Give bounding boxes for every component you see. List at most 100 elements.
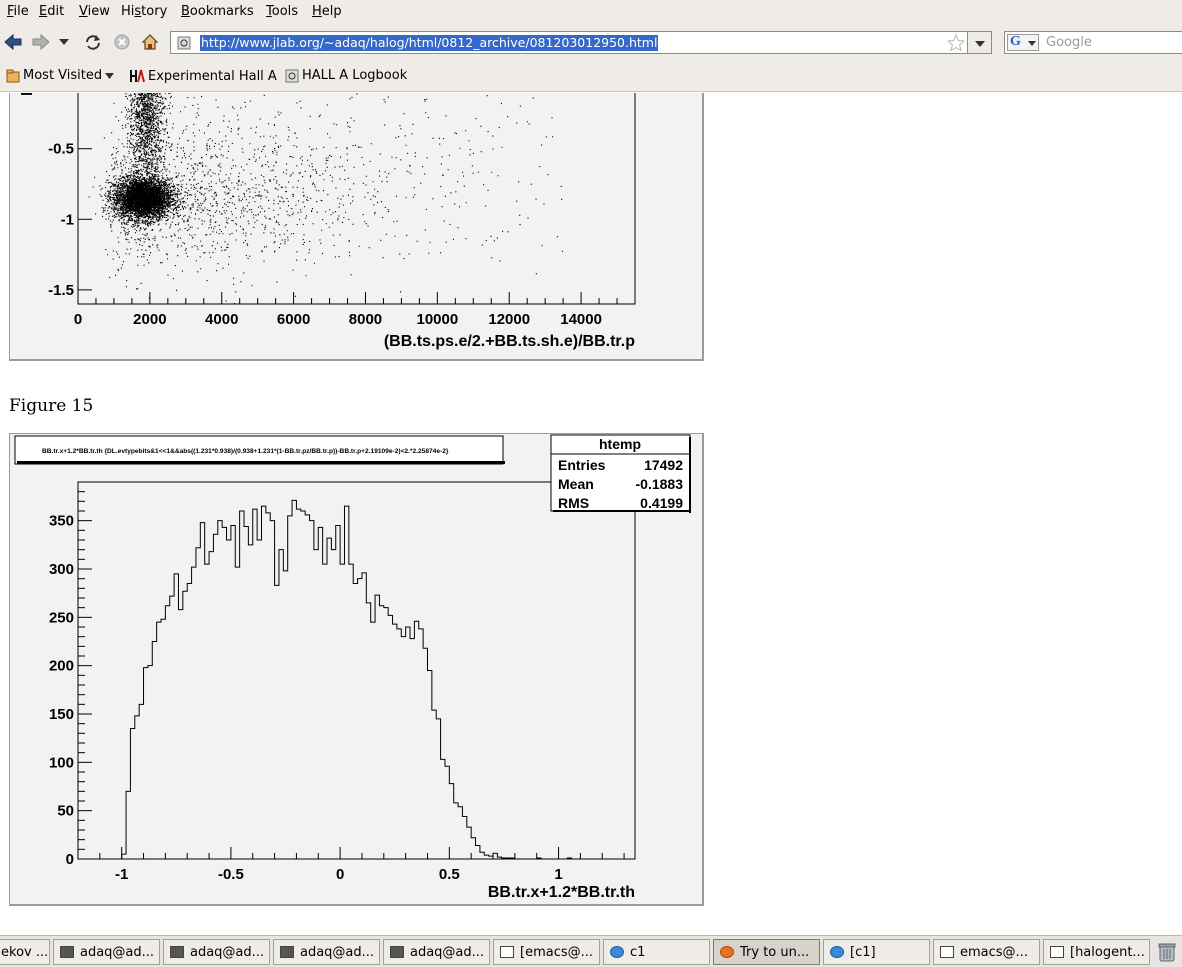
x-tick-label: 2000 bbox=[133, 311, 166, 328]
x-tick-label: -1 bbox=[115, 866, 128, 883]
reload-button[interactable] bbox=[83, 32, 103, 52]
reload-icon bbox=[86, 35, 100, 50]
terminal-icon bbox=[60, 946, 74, 958]
taskbar-label: adaq@ad... bbox=[190, 944, 265, 960]
stats-value-rms: 0.4199 bbox=[640, 495, 683, 511]
root-canvas-icon bbox=[610, 946, 624, 958]
x-axis-title: (BB.ts.ps.e/2.+BB.ts.sh.e)/BB.tr.p bbox=[384, 333, 635, 350]
histogram-svg: BB.tr.x+1.2*BB.tr.th {DL.evtypebits&1<<1… bbox=[14, 434, 691, 901]
taskbar-button[interactable]: [halogent... bbox=[1043, 939, 1150, 965]
y-tick-label: 100 bbox=[49, 754, 74, 771]
taskbar-button-active[interactable]: Try to un... bbox=[713, 939, 820, 965]
taskbar-button[interactable]: [emacs@... bbox=[493, 939, 600, 965]
taskbar-label: adaq@ad... bbox=[410, 944, 485, 960]
stats-title: htemp bbox=[599, 436, 641, 452]
x-tick-label: -0.5 bbox=[218, 866, 244, 883]
taskbar-button[interactable]: adaq@ad... bbox=[163, 939, 270, 965]
window-icon bbox=[500, 946, 514, 958]
x-tick-label: 14000 bbox=[560, 311, 602, 328]
stop-button[interactable] bbox=[112, 32, 132, 52]
root-canvas-icon bbox=[830, 946, 844, 958]
menu-bookmarks[interactable]: Bookmarks bbox=[181, 4, 254, 19]
chevron-down-icon bbox=[105, 72, 115, 79]
chevron-down-icon bbox=[975, 41, 985, 47]
taskbar-button[interactable]: emacs@... bbox=[933, 939, 1040, 965]
menu-tools[interactable]: Tools bbox=[266, 4, 298, 19]
taskbar-label: adaq@ad... bbox=[300, 944, 375, 960]
taskbar-button[interactable]: ekov ... bbox=[0, 939, 50, 965]
forward-button[interactable] bbox=[31, 32, 51, 52]
terminal-icon bbox=[390, 946, 404, 958]
folder-icon bbox=[6, 69, 20, 82]
menu-view[interactable]: View bbox=[79, 4, 110, 19]
bookmark-star-icon[interactable] bbox=[947, 34, 965, 52]
y-tick-label: -1 bbox=[61, 211, 74, 228]
menu-history[interactable]: History bbox=[121, 4, 167, 19]
taskbar-button[interactable]: adaq@ad... bbox=[53, 939, 160, 965]
x-tick-label: 6000 bbox=[277, 311, 310, 328]
y-tick-label: 50 bbox=[57, 803, 74, 820]
page-favicon-icon bbox=[177, 36, 191, 50]
taskbar-button[interactable]: [c1] bbox=[823, 939, 930, 965]
stats-label-entries: Entries bbox=[558, 457, 606, 473]
menu-bar: File Edit View History Bookmarks Tools H… bbox=[0, 0, 1182, 26]
terminal-icon bbox=[280, 946, 294, 958]
taskbar-button[interactable]: c1 bbox=[603, 939, 710, 965]
taskbar-label: [c1] bbox=[850, 944, 876, 960]
x-tick-label: 0.5 bbox=[439, 866, 460, 883]
menu-file[interactable]: File bbox=[7, 4, 29, 19]
google-g-icon: G bbox=[1010, 34, 1021, 49]
y-axis-title-fragment: E bbox=[19, 93, 36, 96]
stats-value-entries: 17492 bbox=[644, 457, 683, 473]
x-tick-label: 4000 bbox=[205, 311, 238, 328]
chevron-down-icon bbox=[59, 39, 69, 45]
bookmark-hall-a-logbook[interactable]: HALL A Logbook bbox=[285, 68, 407, 83]
taskbar-button[interactable]: adaq@ad... bbox=[273, 939, 380, 965]
histogram-cut-title: BB.tr.x+1.2*BB.tr.th {DL.evtypebits&1<<1… bbox=[42, 448, 449, 455]
y-tick-label: 350 bbox=[49, 513, 74, 530]
taskbar-label: emacs@... bbox=[960, 944, 1028, 960]
x-tick-label: 12000 bbox=[488, 311, 530, 328]
y-tick-label: 0 bbox=[66, 851, 74, 868]
page-content: 0-0.5-1-1.502000400060008000100001200014… bbox=[0, 93, 1182, 935]
bookmark-most-visited[interactable]: Most Visited bbox=[6, 68, 115, 83]
histogram-frame bbox=[77, 481, 636, 860]
search-input[interactable]: Google bbox=[1046, 35, 1092, 50]
page-icon bbox=[285, 69, 299, 82]
trash-icon[interactable] bbox=[1156, 941, 1178, 963]
menu-help[interactable]: Help bbox=[312, 4, 342, 19]
url-text[interactable]: http://www.jlab.org/~adaq/halog/html/081… bbox=[200, 35, 659, 51]
y-tick-label: 300 bbox=[49, 561, 74, 578]
search-box[interactable]: G Google bbox=[1004, 31, 1182, 54]
bookmark-experimental-hall-a[interactable]: Experimental Hall A bbox=[129, 68, 277, 84]
url-bar[interactable]: http://www.jlab.org/~adaq/halog/html/081… bbox=[170, 31, 968, 54]
taskbar-label: Try to un... bbox=[740, 944, 810, 960]
taskbar-button[interactable]: adaq@ad... bbox=[383, 939, 490, 965]
bookmark-label: HALL A Logbook bbox=[302, 68, 408, 83]
cut-title-shadow bbox=[17, 461, 505, 464]
stats-box: htemp Entries 17492 Mean -0.1883 RMS 0.4… bbox=[550, 434, 691, 513]
forward-arrow-icon bbox=[32, 34, 50, 50]
stats-label-mean: Mean bbox=[558, 476, 594, 492]
y-tick-label: 150 bbox=[49, 706, 74, 723]
search-engine-selector[interactable]: G bbox=[1007, 34, 1039, 51]
y-tick-label: -0.5 bbox=[48, 141, 74, 158]
menu-edit[interactable]: Edit bbox=[39, 4, 64, 19]
bookmarks-toolbar: Most Visited Experimental Hall A HALL A … bbox=[0, 60, 1182, 92]
taskbar: ekov ... adaq@ad... adaq@ad... adaq@ad..… bbox=[0, 935, 1182, 967]
stats-value-mean: -0.1883 bbox=[636, 476, 684, 492]
url-dropdown-button[interactable] bbox=[968, 31, 992, 54]
x-tick-label: 8000 bbox=[349, 311, 382, 328]
window-icon bbox=[1050, 946, 1064, 958]
stop-icon bbox=[114, 34, 130, 50]
terminal-icon bbox=[170, 946, 184, 958]
x-tick-label: 1 bbox=[554, 866, 562, 883]
y-tick-label: 200 bbox=[49, 658, 74, 675]
x-tick-label: 0 bbox=[336, 866, 344, 883]
hall-a-logo-icon bbox=[130, 69, 145, 83]
taskbar-label: ekov ... bbox=[1, 944, 49, 960]
taskbar-label: [emacs@... bbox=[520, 944, 594, 960]
history-dropdown-button[interactable] bbox=[57, 32, 71, 52]
home-button[interactable] bbox=[140, 32, 160, 52]
back-button[interactable] bbox=[3, 32, 23, 52]
